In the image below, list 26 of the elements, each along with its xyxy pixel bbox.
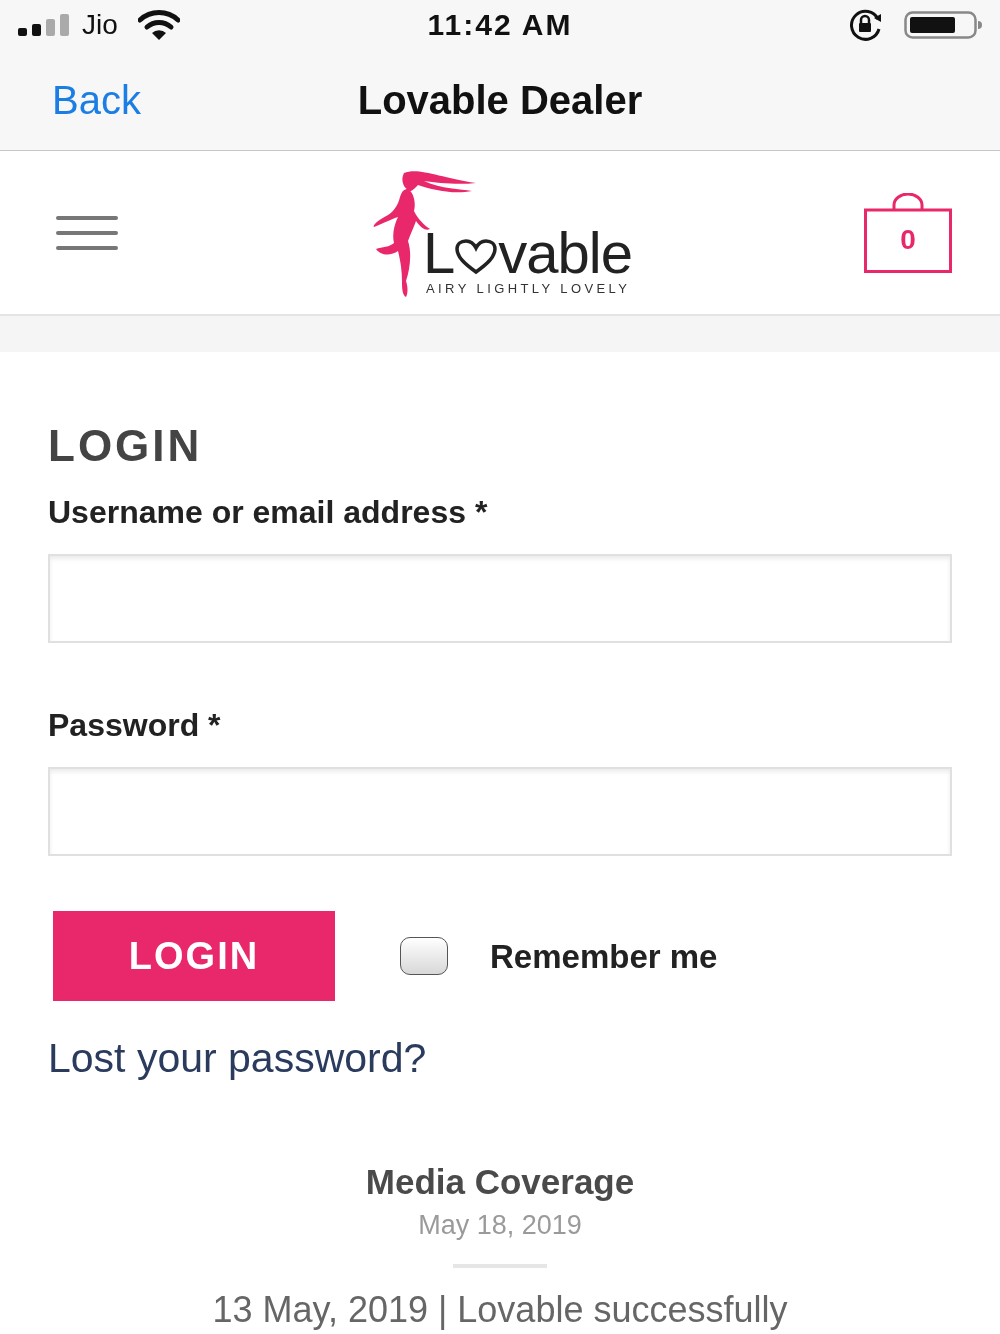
post-title: Media Coverage [365,1162,635,1202]
carrier-name: Jio [82,11,118,39]
post-date: May 18, 2019 [418,1210,582,1240]
logo-wordmark: L [423,226,455,279]
field-label: Password * [48,706,221,745]
lost-password-link[interactable]: Lost your password? [48,1034,427,1082]
input-field[interactable] [48,767,952,856]
shopping-bag-icon [864,192,952,273]
clock-time: 11:42 AM [427,10,573,40]
signal-icon [18,14,70,36]
field-label: Username or email address * [48,493,488,532]
login-heading: LOGIN [48,422,203,470]
heart-icon [455,238,498,275]
input-field[interactable] [48,554,952,643]
logo-tagline: AIRY LIGHTLY LOVELY [426,280,632,297]
remember-me-label: Remember me [490,939,718,973]
post-excerpt: 13 May, 2019 | Lovable successfully [212,1288,788,1332]
remember-checkbox[interactable] [400,937,448,975]
back-link[interactable]: Back [52,80,141,120]
wifi-icon [137,10,180,40]
battery-icon [904,11,982,39]
login-button[interactable]: LOGIN [53,911,335,1001]
logo-wordmark: vable [498,226,632,279]
rotation-lock-icon [848,9,884,41]
page-title: Lovable Dealer [357,80,643,120]
cart-button[interactable]: 0 [864,192,952,273]
